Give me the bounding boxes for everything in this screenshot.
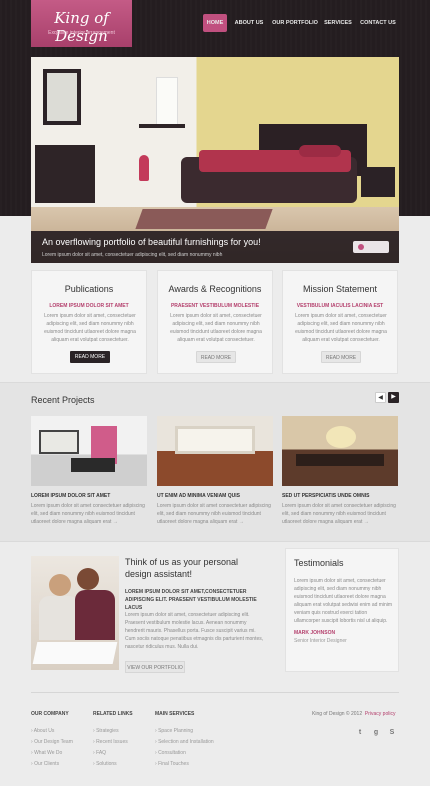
designer-title-line2: design assistant! bbox=[125, 569, 193, 579]
feature-title: Awards & Recognitions bbox=[168, 284, 262, 294]
footer-link[interactable]: Solutions bbox=[93, 759, 128, 770]
testimonials-title: Testimonials bbox=[294, 558, 344, 568]
footer-link[interactable]: Consultation bbox=[155, 748, 214, 759]
feature-title: Publications bbox=[64, 284, 114, 294]
footer-services-list: Space Planning Selection and Installatio… bbox=[155, 726, 214, 770]
project-3-table bbox=[296, 454, 384, 466]
footer-divider bbox=[31, 692, 399, 693]
read-more-button[interactable]: READ MORE bbox=[321, 351, 361, 363]
project-text-3: Lorem ipsum dolor sit amet consectetuer … bbox=[282, 503, 396, 525]
footer-company-list: About Us Our Design Team What We Do Our … bbox=[31, 726, 73, 770]
feature-text: Lorem ipsum dolor sit amet, consectetuer… bbox=[44, 313, 136, 343]
designer-title-line1: Think of us as your personal bbox=[125, 557, 239, 567]
project-2-archway bbox=[175, 426, 255, 454]
hero-shelf bbox=[139, 124, 185, 128]
copyright-text: King of Design © 2012 bbox=[312, 711, 363, 717]
footer-link[interactable]: FAQ bbox=[93, 748, 128, 759]
copyright: King of Design © 2012 Privacy policy bbox=[312, 711, 395, 717]
designer-title: Think of us as your personal design assi… bbox=[125, 556, 275, 580]
footer-link[interactable]: Our Clients bbox=[31, 759, 73, 770]
project-title-2[interactable]: UT ENIM AD MINIMA VENIAM QUIS bbox=[157, 493, 240, 499]
person-2-head bbox=[77, 568, 99, 590]
nav-home[interactable]: HOME bbox=[203, 14, 227, 32]
privacy-policy-link[interactable]: Privacy policy bbox=[365, 711, 396, 717]
testimonials-box: Testimonials Lorem ipsum dolor sit amet,… bbox=[285, 548, 399, 672]
feature-mission: Mission Statement VESTIBULUM IACULIS LAC… bbox=[282, 270, 398, 374]
next-arrow-icon[interactable]: ▶ bbox=[388, 392, 399, 403]
footer-related-list: Strategies Recent Issues FAQ Solutions bbox=[93, 726, 128, 770]
footer-link[interactable]: Space Planning bbox=[155, 726, 214, 737]
feature-subtitle: PRAESENT VESTIBULUM MOLESTIE bbox=[170, 303, 260, 309]
hero-slider[interactable]: An overflowing portfolio of beautiful fu… bbox=[31, 57, 399, 263]
footer-link[interactable]: Final Touches bbox=[155, 759, 214, 770]
footer-link[interactable]: Strategies bbox=[93, 726, 128, 737]
hero-dresser bbox=[35, 145, 95, 203]
footer-link[interactable]: Recent Issues bbox=[93, 737, 128, 748]
designers-photo bbox=[31, 556, 119, 670]
recent-projects-title: Recent Projects bbox=[31, 395, 95, 405]
hero-caption: An overflowing portfolio of beautiful fu… bbox=[31, 231, 399, 263]
view-portfolio-button[interactable]: VIEW OUR PORTFOLIO bbox=[125, 661, 185, 673]
prev-arrow-icon[interactable]: ◀ bbox=[375, 392, 386, 403]
feature-text: Lorem ipsum dolor sit amet, consectetuer… bbox=[170, 313, 262, 343]
twitter-icon[interactable]: t bbox=[355, 728, 365, 738]
designer-text: Lorem ipsum dolor sit amet, consectetuer… bbox=[125, 612, 264, 650]
feature-subtitle: VESTIBULUM IACULIS LACINIA EST bbox=[296, 303, 384, 309]
nav-services[interactable]: SERVICES bbox=[322, 14, 354, 32]
hero-stool bbox=[139, 155, 149, 181]
hero-title: An overflowing portfolio of beautiful fu… bbox=[42, 237, 261, 247]
blueprint bbox=[32, 642, 118, 664]
logo-tagline: Exquisite interior arrangement bbox=[48, 30, 115, 36]
person-2-body bbox=[75, 590, 115, 640]
footer-related-title: RELATED LINKS bbox=[93, 711, 133, 717]
project-1-sofa bbox=[71, 458, 115, 472]
footer-link[interactable]: About Us bbox=[31, 726, 73, 737]
footer-services-title: MAIN SERVICES bbox=[155, 711, 195, 717]
hero-pillow bbox=[299, 145, 341, 157]
project-text-1: Lorem ipsum dolor sit amet consectetuer … bbox=[31, 503, 145, 525]
slider-dot-icon bbox=[358, 244, 364, 250]
feature-publications: Publications LOREM IPSUM DOLOR SIT AMET … bbox=[31, 270, 147, 374]
read-more-button[interactable]: READ MORE bbox=[70, 351, 110, 363]
project-image-1[interactable] bbox=[31, 416, 147, 486]
testimonial-text: Lorem ipsum dolor sit amet, consectetuer… bbox=[294, 578, 393, 624]
footer-link[interactable]: Selection and Installation bbox=[155, 737, 214, 748]
project-1-window bbox=[39, 430, 79, 454]
feature-text: Lorem ipsum dolor sit amet, consectetuer… bbox=[295, 313, 387, 343]
skype-icon[interactable]: S bbox=[387, 728, 397, 738]
feature-awards: Awards & Recognitions PRAESENT VESTIBULU… bbox=[157, 270, 273, 374]
hero-window bbox=[156, 77, 178, 127]
slider-control[interactable] bbox=[353, 241, 389, 253]
feature-subtitle: LOREM IPSUM DOLOR SIT AMET bbox=[49, 303, 129, 309]
google-plus-icon[interactable]: g bbox=[371, 728, 381, 738]
person-1-head bbox=[49, 574, 71, 596]
read-more-button[interactable]: READ MORE bbox=[196, 351, 236, 363]
nav-our-portfolio[interactable]: OUR PORTFOLIO bbox=[271, 14, 319, 32]
project-title-1[interactable]: LOREM IPSUM DOLOR SIT AMET bbox=[31, 493, 110, 499]
feature-title: Mission Statement bbox=[302, 284, 378, 294]
logo[interactable]: King of Design Exquisite interior arrang… bbox=[31, 0, 132, 47]
person-1-body bbox=[39, 596, 79, 640]
hero-mirror bbox=[43, 69, 81, 125]
footer-link[interactable]: Our Design Team bbox=[31, 737, 73, 748]
footer-company-title: OUR COMPANY bbox=[31, 711, 69, 717]
logo-title: King of Design bbox=[54, 9, 109, 45]
nav-about-us[interactable]: ABOUT US bbox=[231, 14, 267, 32]
footer-link[interactable]: What We Do bbox=[31, 748, 73, 759]
designer-subtitle: LOREM IPSUM DOLOR SIT AMET,CONSECTETUER … bbox=[125, 589, 257, 611]
project-image-3[interactable] bbox=[282, 416, 398, 486]
hero-nightstand bbox=[361, 167, 395, 197]
project-title-3[interactable]: SED UT PERSPICIATIS UNDE OMNIS bbox=[282, 493, 369, 499]
project-image-2[interactable] bbox=[157, 416, 273, 486]
project-3-chandelier bbox=[326, 426, 356, 448]
nav-contact-us[interactable]: CONTACT US bbox=[358, 14, 398, 32]
testimonial-author: MARK JOHNSON bbox=[294, 630, 336, 636]
hero-rug bbox=[135, 209, 273, 229]
hero-subtitle: Lorem ipsum dolor sit amet, consectetuer… bbox=[42, 252, 223, 258]
project-text-2: Lorem ipsum dolor sit amet consectetuer … bbox=[157, 503, 271, 525]
testimonial-role: Senior Interior Designer bbox=[294, 638, 347, 644]
